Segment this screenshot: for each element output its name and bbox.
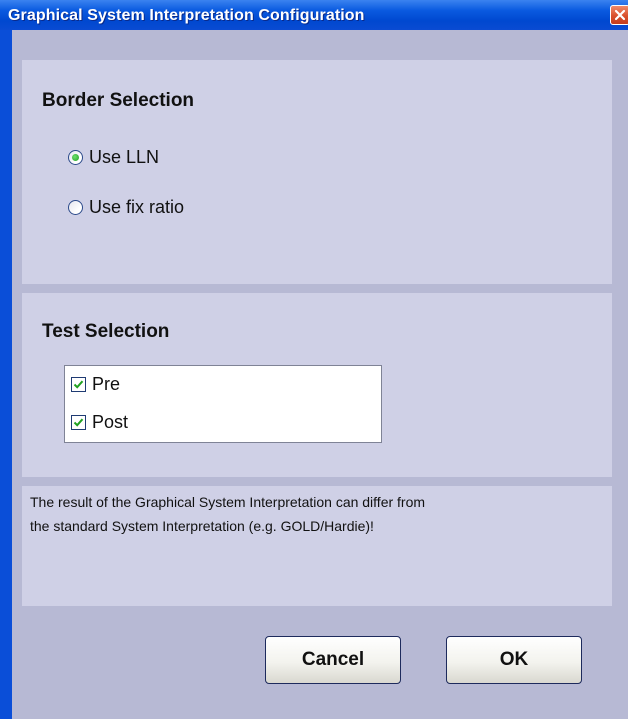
close-button[interactable] [610,5,628,25]
ok-button[interactable]: OK [446,636,582,684]
checkbox-checked-icon[interactable] [71,376,86,392]
checkbox-post-label: Post [92,411,129,432]
checkbox-post[interactable]: Post [71,410,128,434]
test-selection-list[interactable]: Pre Post [64,365,382,443]
radio-use-fix-ratio[interactable]: Use fix ratio [68,195,184,219]
radio-unselected-icon[interactable] [68,199,83,215]
border-selection-heading: Border Selection [42,90,195,111]
note-panel: The result of the Graphical System Inter… [22,486,612,606]
radio-use-fix-ratio-label: Use fix ratio [89,196,185,217]
radio-use-lln[interactable]: Use LLN [68,145,159,169]
checkbox-pre[interactable]: Pre [71,372,120,396]
cancel-button[interactable]: Cancel [265,636,401,684]
radio-selected-icon[interactable] [68,149,83,165]
note-line-1: The result of the Graphical System Inter… [30,494,426,510]
note-line-2: the standard System Interpretation (e.g.… [30,518,374,534]
test-selection-heading: Test Selection [42,321,170,342]
close-icon [614,9,626,21]
border-selection-panel: Border Selection Use LLN Use fix ratio [22,60,612,284]
test-selection-panel: Test Selection Pre Post [22,293,612,477]
dialog-window: Graphical System Interpretation Configur… [0,0,628,719]
radio-use-lln-label: Use LLN [89,146,160,167]
note-text: The result of the Graphical System Inter… [30,490,600,538]
checkbox-checked-icon[interactable] [71,414,86,430]
window-title: Graphical System Interpretation Configur… [8,7,365,24]
checkbox-pre-label: Pre [92,373,121,394]
title-bar[interactable]: Graphical System Interpretation Configur… [0,0,628,30]
